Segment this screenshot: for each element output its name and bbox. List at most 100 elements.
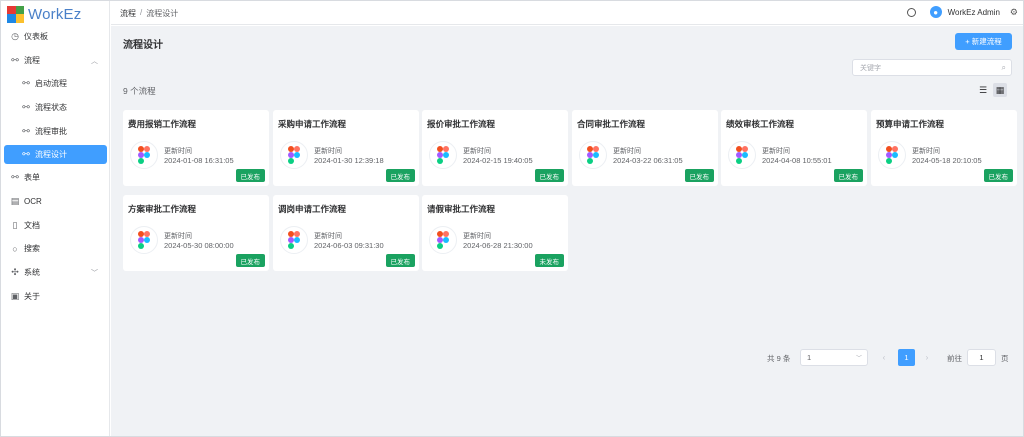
breadcrumb-item-current: 流程设计 — [146, 9, 179, 18]
pagination-total: 共 9 条 — [767, 354, 791, 363]
sidebar-item-start-flow[interactable]: ⚯ 启动流程 — [1, 74, 109, 93]
sidebar-item-search[interactable]: ○ 搜索 — [1, 239, 109, 258]
main-content: 流程设计 + 新建流程 关键字 ⌕ 9 个流程 ☰ ▦ 费用报销工作流程更新时间… — [111, 26, 1023, 436]
search-icon[interactable]: ⌕ — [1002, 63, 1006, 73]
flow-card-title: 绩效审核工作流程 — [726, 119, 795, 129]
sidebar-item-label: 搜索 — [24, 244, 40, 253]
flow-card[interactable]: 采购申请工作流程 更新时间 2024-01-30 12:39:18 已发布 — [273, 110, 419, 186]
flow-logo-icon — [130, 226, 158, 254]
flow-card[interactable]: 费用报销工作流程更新时间 2024-01-08 16:31:05 已发布 — [123, 110, 269, 186]
sidebar-item-label: OCR — [24, 197, 42, 206]
sidebar-item-label: 表单 — [24, 173, 40, 182]
flow-card-title: 费用报销工作流程 — [128, 119, 197, 129]
flow-card-title: 方案审批工作流程 — [128, 204, 197, 214]
list-view-icon[interactable]: ☰ — [976, 83, 990, 97]
sidebar-item-label: 流程 — [24, 56, 40, 65]
user-name[interactable]: WorkEz Admin — [948, 8, 1000, 17]
flow-card[interactable]: 合同审批工作流程 更新时间 2024-03-22 06:31:05 已发布 — [572, 110, 718, 186]
flow-card-title: 采购申请工作流程 — [278, 119, 347, 129]
new-flow-button[interactable]: + 新建流程 — [955, 33, 1012, 50]
breadcrumb-item-flow[interactable]: 流程 — [120, 8, 136, 19]
sidebar-item-label: 仪表板 — [24, 32, 48, 41]
sidebar-item-label: 流程状态 — [35, 103, 67, 112]
flow-card[interactable]: 调岗申请工作流程 更新时间 2024-06-03 09:31:30 已发布 — [273, 195, 419, 271]
sidebar-item-flow-status[interactable]: ⚯ 流程状态 — [1, 98, 109, 117]
app-logo[interactable]: WorkEz — [7, 4, 81, 24]
flow-logo-icon — [280, 226, 308, 254]
document-icon: ▯ — [12, 220, 18, 230]
flow-card-title: 请假审批工作流程 — [427, 204, 496, 214]
updated-time-value: 2024-05-30 08:00:00 — [164, 241, 234, 250]
goto-label: 前往 — [947, 354, 962, 363]
flow-logo-icon — [579, 141, 607, 169]
sidebar-item-flow-design[interactable]: ⚯ 流程设计 — [4, 145, 107, 164]
sidebar-item-label: 关于 — [24, 292, 40, 301]
updated-time-label: 更新时间 — [463, 233, 491, 240]
updated-time-label: 更新时间 — [164, 148, 192, 155]
about-icon: ▣ — [10, 291, 20, 301]
sidebar-item-document[interactable]: ▯ 文档 — [1, 216, 109, 235]
sidebar-item-label: 流程审批 — [35, 127, 67, 136]
flow-logo-icon — [878, 141, 906, 169]
updated-time-value: 2024-01-08 16:31:05 — [164, 156, 234, 165]
flow-icon: ⚯ — [22, 78, 30, 88]
search-input[interactable]: 关键字 ⌕ — [852, 59, 1012, 76]
dashboard-icon: ◷ — [11, 31, 19, 41]
flow-card-title: 调岗申请工作流程 — [278, 204, 347, 214]
page-size-value: 1 — [807, 353, 812, 362]
updated-time-label: 更新时间 — [762, 148, 790, 155]
updated-time-label: 更新时间 — [314, 233, 342, 240]
breadcrumb-separator: / — [140, 8, 143, 17]
flow-card-title: 报价审批工作流程 — [427, 119, 496, 129]
top-header: 流程 / 流程设计 ● WorkEz Admin ⚙ — [111, 1, 1023, 25]
flow-icon: ⚯ — [22, 149, 30, 159]
status-badge: 未发布 — [534, 254, 564, 267]
gear-icon[interactable]: ⚙ — [1010, 7, 1018, 18]
updated-time-label: 更新时间 — [613, 148, 641, 155]
header-actions: ● WorkEz Admin ⚙ — [906, 6, 1018, 18]
goto-page-input[interactable]: 1 — [967, 349, 996, 366]
flow-logo-icon — [429, 226, 457, 254]
chevron-up-icon: ︿ — [91, 57, 98, 65]
form-icon: ⚯ — [11, 172, 19, 182]
avatar[interactable]: ● — [929, 6, 942, 18]
page-number-current[interactable]: 1 — [898, 349, 915, 366]
sidebar-item-flow-approval[interactable]: ⚯ 流程审批 — [1, 122, 109, 141]
flow-card[interactable]: 方案审批工作流程更新时间 2024-05-30 08:00:00 已发布 — [123, 195, 269, 271]
status-badge: 已发布 — [684, 169, 714, 182]
app-name: WorkEz — [28, 5, 82, 23]
sidebar-item-flow[interactable]: ⚯ 流程 ︿ — [1, 51, 109, 70]
sidebar-item-dashboard[interactable]: ◷ 仪表板 — [1, 27, 109, 46]
sidebar-item-label: 启动流程 — [35, 79, 67, 88]
flow-card[interactable]: 预算申请工作流程 更新时间 2024-05-18 20:10:05 已发布 — [871, 110, 1017, 186]
status-badge: 已发布 — [235, 254, 265, 267]
status-badge: 已发布 — [235, 169, 265, 182]
updated-time-label: 更新时间 — [463, 148, 491, 155]
sidebar-item-about[interactable]: ▣ 关于 — [1, 287, 109, 306]
status-badge: 已发布 — [385, 169, 415, 182]
next-page-button[interactable]: › — [919, 349, 935, 366]
flow-card[interactable]: 请假审批工作流程 更新时间 2024-06-28 21:30:00 未发布 — [422, 195, 568, 271]
flow-logo-icon — [130, 141, 158, 169]
search-placeholder: 关键字 — [860, 64, 881, 72]
flow-card-title: 预算申请工作流程 — [876, 119, 945, 129]
page-size-select[interactable]: 1 ﹀ — [800, 349, 868, 366]
grid-view-icon[interactable]: ▦ — [993, 83, 1007, 97]
flow-card[interactable]: 报价审批工作流程 更新时间 2024-02-15 19:40:05 已发布 — [422, 110, 568, 186]
sidebar-item-form[interactable]: ⚯ 表单 — [1, 168, 109, 187]
prev-page-button[interactable]: ‹ — [876, 349, 892, 366]
sidebar-item-system[interactable]: ✣ 系统 ﹀ — [1, 263, 109, 282]
updated-time-value: 2024-04-08 10:55:01 — [762, 156, 832, 165]
sidebar-item-ocr[interactable]: ▤ OCR — [1, 192, 109, 211]
updated-time-value: 2024-02-15 19:40:05 — [463, 156, 533, 165]
language-icon[interactable] — [906, 7, 916, 17]
updated-time-label: 更新时间 — [164, 233, 192, 240]
flow-card[interactable]: 绩效审核工作流程 更新时间 2024-04-08 10:55:01 已发布 — [721, 110, 867, 186]
flow-logo-icon — [280, 141, 308, 169]
page-title: 流程设计 — [123, 40, 163, 51]
flow-icon: ⚯ — [22, 102, 30, 112]
flow-card-title: 合同审批工作流程 — [577, 119, 646, 129]
flow-count: 9 个流程 — [123, 86, 156, 96]
search-icon: ○ — [12, 243, 18, 254]
ocr-icon: ▤ — [10, 196, 20, 206]
